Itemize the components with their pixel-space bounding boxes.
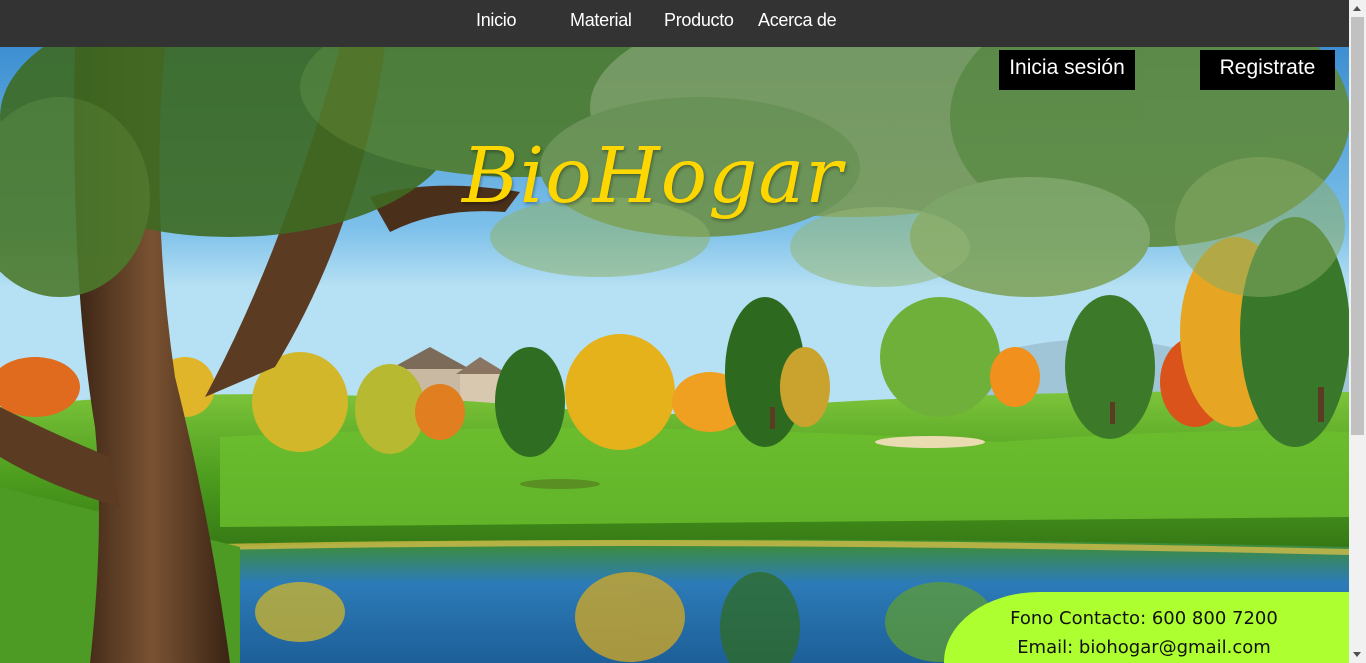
brand-title: BioHogar — [462, 132, 844, 221]
vertical-scrollbar[interactable] — [1349, 0, 1366, 663]
nav-link-material[interactable]: Material — [570, 10, 632, 31]
login-button[interactable]: Inicia sesión — [999, 50, 1135, 90]
register-button[interactable]: Registrate — [1200, 50, 1335, 90]
scroll-down-arrow-icon[interactable] — [1353, 652, 1361, 657]
page: Inicio Material Producto Acerca de Inici… — [0, 0, 1366, 663]
nav-link-acerca-de[interactable]: Acerca de — [758, 10, 837, 31]
contact-panel: Fono Contacto: 600 800 7200 Email: bioho… — [944, 592, 1349, 663]
nav-link-inicio[interactable]: Inicio — [476, 10, 517, 31]
top-navbar: Inicio Material Producto Acerca de — [0, 0, 1349, 47]
scrollbar-thumb[interactable] — [1351, 17, 1364, 435]
contact-email: Email: biohogar@gmail.com — [1017, 637, 1271, 658]
nav-link-producto[interactable]: Producto — [664, 10, 734, 31]
scroll-up-arrow-icon[interactable] — [1353, 6, 1361, 11]
contact-phone: Fono Contacto: 600 800 7200 — [1010, 608, 1278, 629]
